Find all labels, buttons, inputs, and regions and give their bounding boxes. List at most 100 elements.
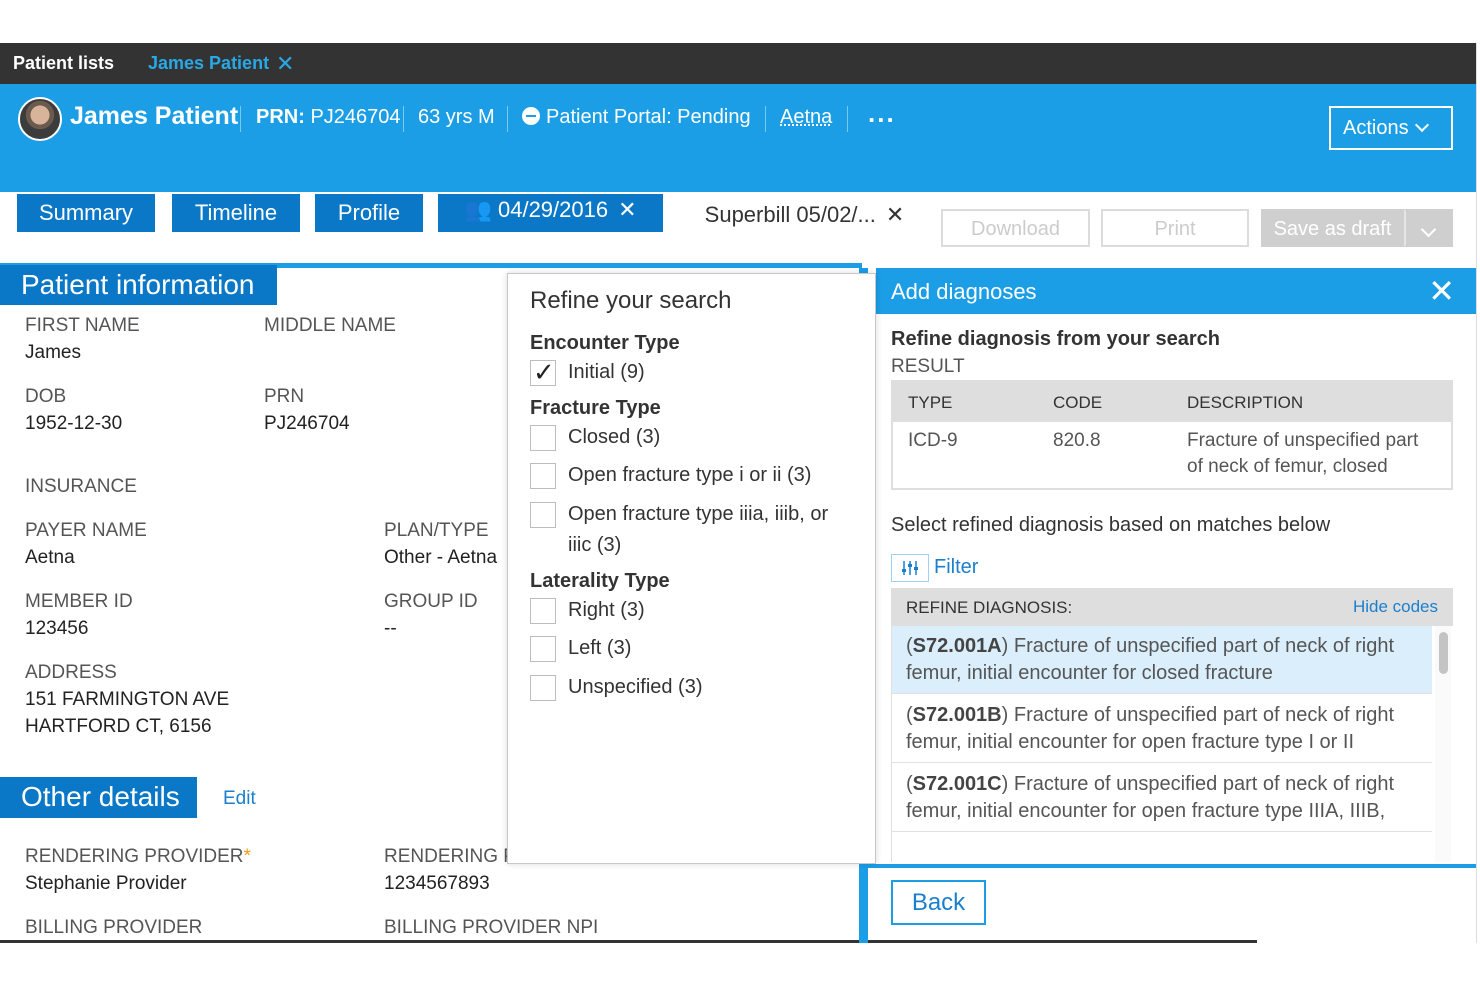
list-item[interactable]: (S72.001B) Fracture of unspecified part … <box>892 695 1432 763</box>
add-diagnoses-panel: Add diagnoses ✕ Refine diagnosis from yo… <box>876 268 1476 864</box>
result-code: 820.8 <box>1053 430 1101 451</box>
group-id-value: -- <box>384 618 397 639</box>
refine-search-popover: Refine your search Encounter Type Initia… <box>507 273 876 864</box>
divider <box>847 106 848 132</box>
more-options-icon[interactable]: ... <box>868 98 896 129</box>
refine-search-title: Refine your search <box>530 287 732 314</box>
open-type-iii-label-cont: iiic (3) <box>568 534 622 556</box>
result-description-line1: Fracture of unspecified part <box>1187 430 1419 451</box>
fracture-type-heading: Fracture Type <box>530 397 661 419</box>
list-item[interactable]: (S72.001C) Fracture of unspecified part … <box>892 764 1432 832</box>
scrollbar-thumb[interactable] <box>1439 632 1448 674</box>
diagnosis-text: ) Fracture of unspecified part of neck o… <box>1001 635 1395 657</box>
add-diagnoses-title: Add diagnoses <box>891 279 1037 304</box>
rendering-provider-value: Stephanie Provider <box>25 873 187 894</box>
result-label: RESULT <box>891 356 965 377</box>
result-description-line2: of neck of femur, closed <box>1187 456 1388 477</box>
diagnosis-text: ) Fracture of unspecified part of neck o… <box>1001 773 1395 795</box>
payer-name-value: Aetna <box>25 547 75 568</box>
laterality-type-heading: Laterality Type <box>530 570 670 592</box>
code-column-header: CODE <box>1053 393 1103 412</box>
left-checkbox[interactable] <box>530 636 556 662</box>
member-id-value: 123456 <box>25 618 89 639</box>
open-type-iii-checkbox[interactable] <box>530 502 556 528</box>
print-button[interactable]: Print <box>1101 209 1249 247</box>
address-line1: 151 FARMINGTON AVE <box>25 689 230 710</box>
prn-label: PRN: <box>256 106 305 128</box>
people-icon: 👥 <box>464 197 492 222</box>
divider <box>403 106 404 132</box>
member-id-label: MEMBER ID <box>25 591 133 612</box>
result-type: ICD-9 <box>908 430 958 451</box>
prn-value: PJ246704 <box>310 106 401 128</box>
type-column-header: TYPE <box>908 393 953 412</box>
prn-info: PRN: PJ246704 <box>256 106 401 129</box>
unspecified-label: Unspecified (3) <box>568 676 703 698</box>
encounter-date: 04/29/2016 <box>497 197 609 222</box>
prn-value: PJ246704 <box>264 413 350 434</box>
rendering-provider-label: RENDERING PROVIDER* <box>25 846 251 868</box>
initial-label: Initial (9) <box>568 361 645 383</box>
panel-bottom-accent <box>868 864 1476 868</box>
tab-timeline[interactable]: Timeline <box>172 194 300 232</box>
insurance-label: INSURANCE <box>25 476 137 497</box>
back-button[interactable]: Back <box>891 880 986 925</box>
tab-encounter[interactable]: 👥 04/29/2016 ✕ <box>438 194 663 232</box>
list-item[interactable]: (S72.001A) Fracture of unspecified part … <box>892 626 1432 694</box>
pending-status-icon <box>522 107 540 125</box>
rendering-npi-label: RENDERING P <box>384 846 516 867</box>
result-table: TYPE CODE DESCRIPTION ICD-9 820.8 Fractu… <box>891 380 1453 490</box>
right-checkbox[interactable] <box>530 598 556 624</box>
closed-checkbox[interactable] <box>530 425 556 451</box>
left-label: Left (3) <box>568 637 632 659</box>
filter-label: Filter <box>934 556 979 578</box>
patient-portal-status[interactable]: Patient Portal: Pending <box>522 106 751 129</box>
diagnosis-text: femur, initial encounter for open fractu… <box>906 800 1386 822</box>
actions-button[interactable]: Actions <box>1329 106 1453 150</box>
billing-npi-label: BILLING PROVIDER NPI <box>384 917 599 938</box>
save-options-dropdown[interactable] <box>1404 209 1453 247</box>
patient-lists-link[interactable]: Patient lists <box>13 53 114 74</box>
address-line2: HARTFORD CT, 6156 <box>25 716 212 737</box>
close-encounter-tab-icon[interactable]: ✕ <box>618 197 636 222</box>
dob-label: DOB <box>25 386 67 407</box>
insurer-link[interactable]: Aetna <box>780 106 832 129</box>
refined-diagnosis-list[interactable]: (S72.001A) Fracture of unspecified part … <box>891 626 1453 862</box>
hide-codes-link[interactable]: Hide codes <box>1353 597 1438 617</box>
dob-value: 1952-12-30 <box>25 413 123 434</box>
avatar <box>18 97 62 141</box>
refine-diagnosis-header: REFINE DIAGNOSIS: Hide codes <box>891 588 1453 626</box>
right-label: Right (3) <box>568 599 645 621</box>
close-superbill-tab-icon[interactable]: ✕ <box>886 202 904 227</box>
download-button[interactable]: Download <box>941 209 1090 247</box>
close-icon[interactable]: ✕ <box>1428 275 1455 307</box>
patient-tab[interactable]: James Patient <box>148 53 269 74</box>
save-as-draft-button[interactable]: Save as draft <box>1261 209 1404 247</box>
rendering-provider-label-text: RENDERING PROVIDER <box>25 846 244 867</box>
close-patient-tab-icon[interactable]: ✕ <box>276 51 294 77</box>
edit-other-details-link[interactable]: Edit <box>223 788 256 810</box>
prn-label: PRN <box>264 386 305 407</box>
open-type-i-ii-checkbox[interactable] <box>530 463 556 489</box>
scrollbar[interactable] <box>1435 626 1451 862</box>
divider <box>765 106 766 132</box>
patient-information-heading: Patient information <box>0 265 277 305</box>
unspecified-checkbox[interactable] <box>530 675 556 701</box>
bottom-border <box>0 940 1257 943</box>
tab-profile[interactable]: Profile <box>315 194 423 232</box>
diagnosis-text: femur, initial encounter for open fractu… <box>906 731 1355 753</box>
first-name-value: James <box>25 342 81 363</box>
top-navigation-bar: Patient lists James Patient ✕ <box>0 43 1476 84</box>
encounter-type-heading: Encounter Type <box>530 332 680 354</box>
initial-checkbox[interactable] <box>530 357 556 388</box>
billing-provider-label: BILLING PROVIDER <box>25 917 203 938</box>
patient-header: James Patient PRN: PJ246704 63 yrs M Pat… <box>0 84 1476 233</box>
add-diagnoses-header: Add diagnoses ✕ <box>876 268 1476 314</box>
divider <box>240 106 241 132</box>
tab-superbill[interactable]: Superbill 05/02/... ✕ <box>678 194 931 233</box>
patient-name: James Patient <box>70 102 239 130</box>
select-refined-message: Select refined diagnosis based on matche… <box>891 514 1331 536</box>
superbill-label: Superbill 05/02/... <box>704 202 876 227</box>
tab-summary[interactable]: Summary <box>17 194 155 232</box>
refine-diagnosis-label: REFINE DIAGNOSIS: <box>906 598 1073 617</box>
